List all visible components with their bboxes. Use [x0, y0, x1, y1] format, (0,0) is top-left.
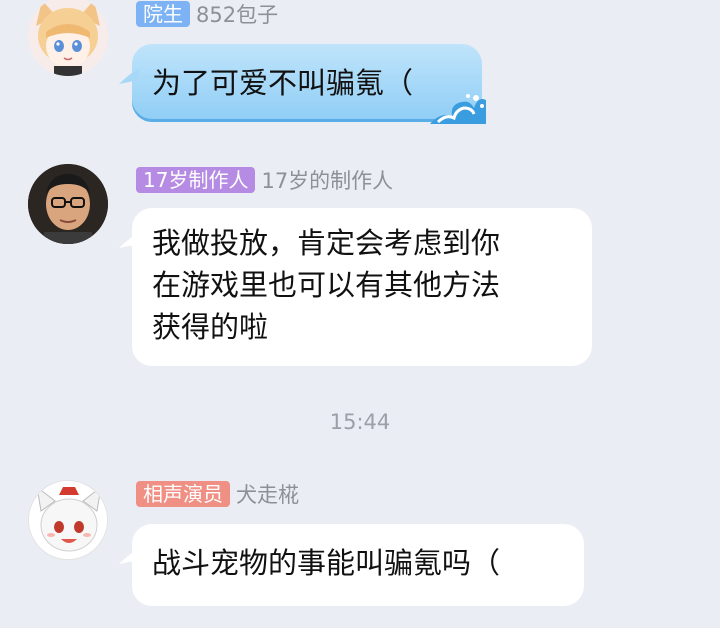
nickname[interactable]: 17岁的制作人 [261, 165, 393, 195]
role-badge: 相声演员 [136, 481, 230, 507]
avatar[interactable] [28, 164, 108, 244]
person-avatar-icon [28, 164, 108, 244]
message-text-line: 在游戏里也可以有其他方法 [152, 268, 501, 302]
nickname[interactable]: 犬走椛 [236, 479, 299, 509]
message-text: 为了可爱不叫骗氪（ [152, 66, 414, 100]
nickname[interactable]: 852包子 [196, 0, 278, 29]
timestamp: 15:44 [329, 410, 391, 434]
bubble-tail-icon [119, 232, 139, 248]
bubble-tail-icon [119, 548, 139, 564]
wolf-girl-avatar-icon [29, 481, 107, 559]
message-bubble[interactable]: 我做投放，肯定会考虑到你 在游戏里也可以有其他方法 获得的啦 [119, 208, 592, 366]
message-text: 战斗宠物的事能叫骗氪吗（ [152, 546, 501, 580]
avatar[interactable] [28, 0, 108, 76]
bubble-tail-icon [119, 68, 139, 84]
avatar[interactable] [28, 480, 108, 560]
message-bubble[interactable]: 战斗宠物的事能叫骗氪吗（ [119, 524, 584, 606]
message-bubble[interactable]: 为了可爱不叫骗氪（ [119, 44, 486, 124]
message-text-line: 我做投放，肯定会考虑到你 [152, 226, 501, 260]
role-badge: 17岁制作人 [136, 167, 256, 193]
wave-decoration-icon [430, 94, 486, 124]
message-text-line: 获得的啦 [152, 310, 269, 344]
anime-girl-avatar-icon [28, 0, 108, 76]
role-badge: 院生 [136, 1, 190, 27]
